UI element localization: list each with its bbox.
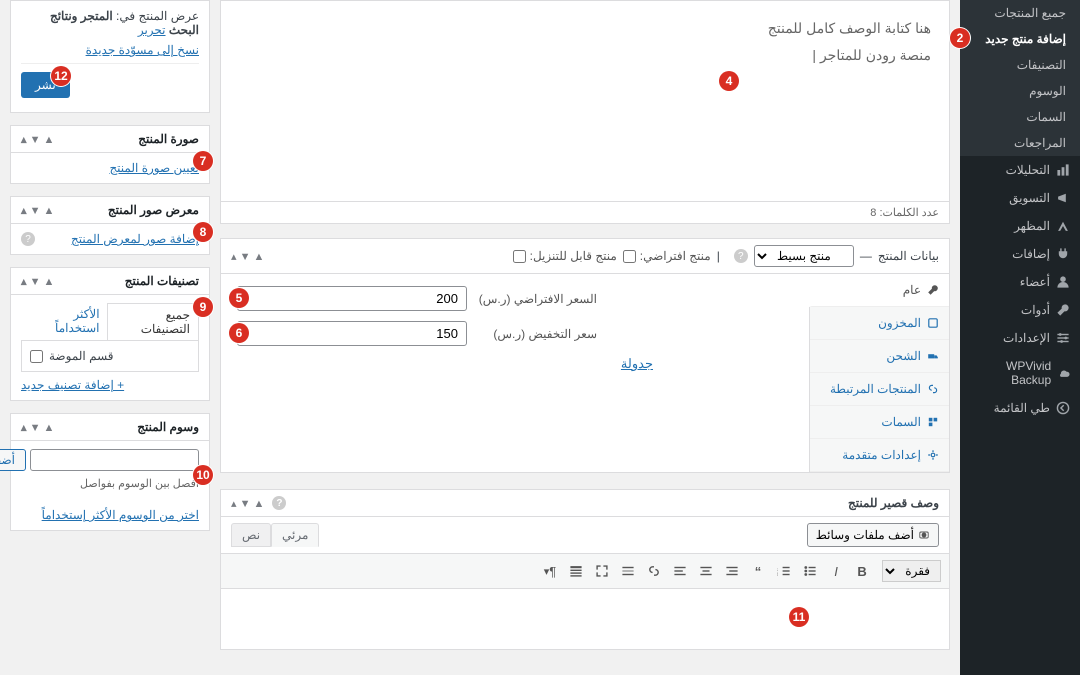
product-data-tabs: عام المخزون الشحن المنتجات المرتبطة السم… [809, 274, 949, 472]
tag-input[interactable] [30, 449, 199, 471]
description-editor: هنا كتابة الوصف كامل للمنتج منصة رودن لل… [220, 0, 950, 224]
regular-price-label: السعر الافتراضي (ر.س) [477, 292, 597, 306]
add-media-button[interactable]: أضف ملفات وسائط [807, 523, 939, 547]
toolbar-toggle-icon[interactable] [564, 559, 588, 583]
insert-more-icon[interactable] [616, 559, 640, 583]
sidebar-sub-tags[interactable]: الوسوم [960, 78, 1080, 104]
numbered-list-icon[interactable]: 123 [772, 559, 796, 583]
short-desc-toolbar: فقرة B I 123 “ ¶▾ [221, 554, 949, 589]
add-category-link[interactable]: + إضافة تصنيف جديد [21, 378, 124, 392]
svg-text:3: 3 [777, 572, 778, 577]
annotation-8: 8 [193, 222, 213, 242]
product-type-select[interactable]: منتج بسيط [754, 245, 854, 267]
sidebar-sub-all-products[interactable]: جميع المنتجات [960, 0, 1080, 26]
annotation-12: 12 [51, 66, 71, 86]
menu-users[interactable]: أعضاء [960, 268, 1080, 296]
schedule-link[interactable]: جدولة [621, 356, 653, 371]
paragraph-icon[interactable]: ¶▾ [538, 559, 562, 583]
quote-icon[interactable]: “ [746, 559, 770, 583]
sale-price-input[interactable] [237, 321, 467, 346]
panel-controls[interactable]: ▲ ▼ ▴ [21, 421, 54, 434]
product-data-box: بيانات المنتج — منتج بسيط ? | منتج افترا… [220, 238, 950, 473]
annotation-5: 5 [229, 288, 249, 308]
menu-settings[interactable]: الإعدادات [960, 324, 1080, 352]
virtual-checkbox[interactable] [623, 250, 636, 263]
italic-icon[interactable]: I [824, 559, 848, 583]
bulleted-list-icon[interactable] [798, 559, 822, 583]
sale-price-label: سعر التخفيض (ر.س) [477, 327, 597, 341]
add-gallery-images-link[interactable]: إضافة صور لمعرض المنتج [71, 232, 199, 246]
tab-text[interactable]: نص [231, 523, 271, 547]
edit-visibility-link[interactable]: تحرير [138, 23, 166, 37]
menu-marketing[interactable]: التسويق [960, 184, 1080, 212]
menu-analytics[interactable]: التحليلات [960, 156, 1080, 184]
tab-general[interactable]: عام [809, 274, 949, 307]
sidebar-sub-add-product[interactable]: إضافة منتج جديد 2 [960, 26, 1080, 52]
tab-shipping[interactable]: الشحن [810, 340, 949, 373]
tab-inventory[interactable]: المخزون [810, 307, 949, 340]
tab-visual[interactable]: مرئي [271, 523, 319, 547]
publish-box: عرض المنتج في: المتجر ونتائج البحث تحرير… [10, 0, 210, 113]
annotation-11: 11 [789, 607, 809, 627]
product-tags-box: وسوم المنتج▲ ▼ ▴ أضف 10 افصل بين الوسوم … [10, 413, 210, 531]
menu-appearance[interactable]: المظهر [960, 212, 1080, 240]
product-image-box: صورة المنتج▲ ▼ ▴ تعيين صورة المنتج 7 [10, 125, 210, 184]
product-gallery-box: معرض صور المنتج▲ ▼ ▴ إضافة صور لمعرض الم… [10, 196, 210, 255]
set-product-image-link[interactable]: تعيين صورة المنتج [109, 161, 199, 175]
cat-tab-most[interactable]: الأكثر استخداماً [20, 303, 108, 340]
panel-controls[interactable]: ▲ ▼ ▴ [231, 250, 264, 263]
copy-draft-link[interactable]: نسخ إلى مسوّدة جديدة [86, 43, 199, 57]
sidebar-sub-categories[interactable]: التصنيفات [960, 52, 1080, 78]
tab-linked[interactable]: المنتجات المرتبطة [810, 373, 949, 406]
menu-collapse[interactable]: طي القائمة [960, 394, 1080, 422]
downloadable-checkbox[interactable] [513, 250, 526, 263]
help-icon[interactable]: ? [21, 232, 35, 246]
align-left-icon[interactable] [668, 559, 692, 583]
cat-tab-all[interactable]: جميع التصنيفات [107, 303, 199, 340]
tab-advanced[interactable]: إعدادات متقدمة [810, 439, 949, 472]
product-data-title: بيانات المنتج [878, 249, 939, 263]
word-count: عدد الكلمات: 8 [221, 201, 949, 223]
short-description-box: وصف قصير للمنتج ? ▲ ▼ ▴ أضف ملفات وسائط … [220, 489, 950, 650]
tab-attributes[interactable]: السمات [810, 406, 949, 439]
fullscreen-icon[interactable] [590, 559, 614, 583]
short-description-content[interactable]: 11 [221, 589, 949, 649]
annotation-4: 4 [719, 71, 739, 91]
annotation-6: 6 [229, 323, 249, 343]
panel-controls[interactable]: ▲ ▼ ▴ [21, 133, 54, 146]
product-categories-box: تصنيفات المنتج▲ ▼ ▴ 9 جميع التصنيفات الأ… [10, 267, 210, 401]
panel-controls[interactable]: ▲ ▼ ▴ [21, 204, 54, 217]
menu-tools[interactable]: أدوات [960, 296, 1080, 324]
regular-price-input[interactable] [237, 286, 467, 311]
bold-icon[interactable]: B [850, 559, 874, 583]
align-right-icon[interactable] [720, 559, 744, 583]
panel-controls[interactable]: ▲ ▼ ▴ [231, 497, 264, 510]
description-content[interactable]: هنا كتابة الوصف كامل للمنتج منصة رودن لل… [221, 1, 949, 201]
help-icon[interactable]: ? [272, 496, 286, 510]
annotation-10: 10 [193, 465, 213, 485]
choose-popular-tags-link[interactable]: اختر من الوسوم الأكثر إستخداماً [42, 508, 199, 522]
annotation-7: 7 [193, 151, 213, 171]
help-icon[interactable]: ? [734, 249, 748, 263]
menu-wpvivid[interactable]: WPVivid Backup [960, 352, 1080, 394]
align-center-icon[interactable] [694, 559, 718, 583]
sidebar-sub-attributes[interactable]: السمات [960, 104, 1080, 130]
add-tag-button[interactable]: أضف [0, 449, 26, 471]
link-icon[interactable] [642, 559, 666, 583]
admin-sidebar: جميع المنتجات إضافة منتج جديد 2 التصنيفا… [960, 0, 1080, 675]
tags-hint: افصل بين الوسوم بفواصل [21, 477, 199, 490]
panel-controls[interactable]: ▲ ▼ ▴ [21, 275, 54, 288]
sidebar-sub-reviews[interactable]: المراجعات [960, 130, 1080, 156]
annotation-2: 2 [950, 28, 970, 48]
category-option[interactable]: قسم الموضة [30, 349, 190, 363]
format-select[interactable]: فقرة [882, 560, 941, 582]
menu-plugins[interactable]: إضافات [960, 240, 1080, 268]
annotation-9: 9 [193, 297, 213, 317]
